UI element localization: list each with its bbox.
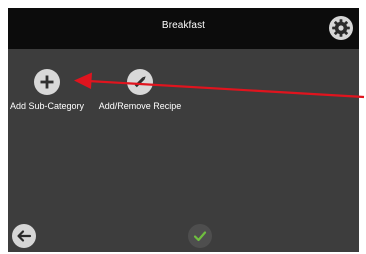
add-sub-category-button[interactable]: Add Sub-Category <box>8 69 92 111</box>
page-title: Breakfast <box>161 20 206 31</box>
app-screen: Breakfast Add Sub-Category Add/Remove Re… <box>8 8 359 252</box>
confirm-button[interactable] <box>188 224 212 248</box>
arrow-left-icon <box>17 230 32 242</box>
pencil-icon-circle <box>127 69 153 95</box>
add-sub-category-label: Add Sub-Category <box>9 101 85 111</box>
checkmark-icon <box>193 231 207 242</box>
back-button[interactable] <box>12 224 36 248</box>
plus-icon-circle <box>34 69 60 95</box>
top-bar: Breakfast <box>8 8 359 49</box>
add-remove-recipe-button[interactable]: Add/Remove Recipe <box>90 69 190 111</box>
add-remove-recipe-label: Add/Remove Recipe <box>98 101 182 111</box>
pencil-icon <box>134 76 146 88</box>
settings-button[interactable] <box>329 16 353 40</box>
plus-icon <box>40 75 54 89</box>
gear-icon <box>332 19 350 37</box>
